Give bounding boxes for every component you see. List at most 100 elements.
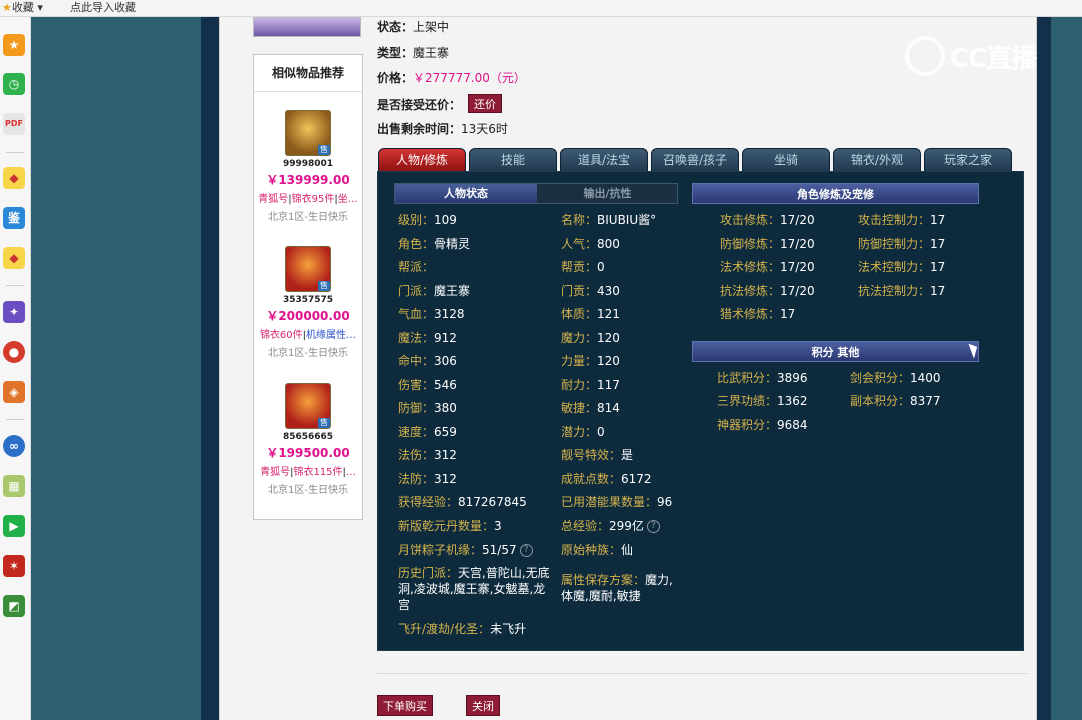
similar-item-1[interactable]: 售 99998001 ￥139999.00 青狐号|锦衣95件|坐… 北京1区-… <box>254 110 362 223</box>
stat-row: 魔法：912 <box>398 329 457 346</box>
tab-mounts[interactable]: 坐骑 <box>742 148 830 171</box>
favorites-menu[interactable]: ★收藏 ▾ <box>2 0 43 16</box>
stat-value: 312 <box>434 448 457 462</box>
stat-row: 命中：306 <box>398 352 457 369</box>
stat-label: 已用潜能果数量： <box>561 495 658 509</box>
stat-label: 力量： <box>561 354 598 368</box>
time-value: 13天6时 <box>461 122 508 136</box>
favorites-star-icon[interactable]: ★ <box>3 34 25 56</box>
tab-skills[interactable]: 技能 <box>469 148 557 171</box>
stat-label: 三界功绩： <box>717 394 778 408</box>
subtab-status[interactable]: 人物状态 <box>395 184 537 203</box>
stat-value: 魔王寨 <box>434 284 471 298</box>
stat-label: 靓号特效： <box>561 448 622 462</box>
item-tags: 青狐号|锦衣95件|坐… <box>258 194 358 205</box>
stat-value: 骨精灵 <box>434 237 471 251</box>
game-icon-2[interactable]: ◆ <box>3 247 25 269</box>
stat-label: 耐力： <box>561 378 598 392</box>
stat-label: 帮派： <box>398 260 435 274</box>
tab-items[interactable]: 道具/法宝 <box>560 148 648 171</box>
stat-value: 96 <box>657 495 673 509</box>
stat-value: 17/20 <box>780 213 815 227</box>
stat-row: 魔力：120 <box>561 329 620 346</box>
stat-label: 防御： <box>398 401 435 415</box>
stat-row: 角色：骨精灵 <box>398 235 470 252</box>
counter-offer-button[interactable]: 还价 <box>468 94 502 113</box>
stat-value: 430 <box>597 284 620 298</box>
counter-offer-row: 是否接受还价： <box>377 98 462 112</box>
app-icon-1[interactable]: ✦ <box>3 301 25 323</box>
stat-label: 门派： <box>398 284 435 298</box>
app-icon-5[interactable]: ◩ <box>3 595 25 617</box>
stat-value: 109 <box>434 213 457 227</box>
sale-badge: 售 <box>318 418 330 428</box>
pdf-icon[interactable]: PDF <box>3 113 25 135</box>
stat-value: 51/57 <box>482 543 517 557</box>
help-icon[interactable]: ? <box>646 520 660 533</box>
item-price: ￥139999.00 <box>266 173 350 187</box>
subtab-output[interactable]: 输出/抗性 <box>537 184 678 203</box>
item-avatar: 售 <box>285 110 331 156</box>
background-right <box>1051 17 1082 720</box>
stat-value: 17 <box>780 307 796 321</box>
translate-icon[interactable]: 鉴 <box>3 207 25 229</box>
tab-home[interactable]: 玩家之家 <box>924 148 1012 171</box>
tab-character[interactable]: 人物/修炼 <box>378 148 466 171</box>
video-icon[interactable]: ▶ <box>3 515 25 537</box>
stat-row: 体质：121 <box>561 305 620 322</box>
control-row: 法术控制力：17 <box>858 258 945 275</box>
tab-outfits[interactable]: 锦衣/外观 <box>833 148 921 171</box>
item-server: 北京1区-生日快乐 <box>268 212 348 223</box>
price-value: ￥277777.00（元） <box>413 71 526 85</box>
left-sidebar: ★ ◷ PDF ◆ 鉴 ◆ ✦ ● ◈ ∞ ▦ ▶ ✶ ◩ <box>0 17 31 720</box>
sidebar-divider-2 <box>6 285 24 286</box>
cultivation-row: 攻击修炼：17/20 <box>720 211 815 228</box>
stat-value: 3 <box>494 519 502 533</box>
stat-value: 912 <box>434 331 457 345</box>
stat-value: 3128 <box>434 307 465 321</box>
stat-row: 潜力：0 <box>561 423 605 440</box>
item-server: 北京1区-生日快乐 <box>268 348 348 359</box>
stat-label: 攻击修炼： <box>720 213 781 227</box>
buy-button[interactable]: 下单购买 <box>377 695 433 716</box>
stat-row: 门贡：430 <box>561 282 620 299</box>
tab-pets[interactable]: 召唤兽/孩子 <box>651 148 739 171</box>
help-icon[interactable]: ? <box>519 544 533 557</box>
stat-value: 306 <box>434 354 457 368</box>
stat-label: 魔法： <box>398 331 435 345</box>
app-icon-4[interactable]: ✶ <box>3 555 25 577</box>
stat-value: 17 <box>930 284 946 298</box>
sale-badge: 售 <box>318 281 330 291</box>
stat-row: 帮贡：0 <box>561 258 605 275</box>
game-icon[interactable]: ◆ <box>3 167 25 189</box>
stat-row: 耐力：117 <box>561 376 620 393</box>
stat-label: 人气： <box>561 237 598 251</box>
similar-item-3[interactable]: 售 85656665 ￥199500.00 青狐号|锦衣115件|… 北京1区-… <box>254 383 362 496</box>
stat-label: 法伤： <box>398 448 435 462</box>
app-icon-3[interactable]: ◈ <box>3 381 25 403</box>
clock-icon[interactable]: ◷ <box>3 73 25 95</box>
import-bookmarks-link[interactable]: 点此导入收藏 <box>70 0 136 16</box>
attribute-save-plan: 属性保存方案：魔力,体魔,魔耐,敏捷 <box>561 573 673 603</box>
app-icon-2[interactable]: ● <box>3 341 25 363</box>
item-server: 北京1区-生日快乐 <box>268 485 348 496</box>
link-icon[interactable]: ∞ <box>3 435 25 457</box>
similar-item-2[interactable]: 售 35357575 ￥200000.00 锦衣60件|机缘属性… 北京1区-生… <box>254 246 362 359</box>
stat-value: 9684 <box>777 418 808 432</box>
close-button[interactable]: 关闭 <box>466 695 500 716</box>
stat-row: 月饼粽子机缘：51/57? <box>398 541 533 558</box>
sidebar-divider-3 <box>6 419 24 420</box>
stat-label: 月饼粽子机缘： <box>398 543 483 557</box>
map-icon[interactable]: ▦ <box>3 475 25 497</box>
stat-label: 防御控制力： <box>858 237 931 251</box>
stat-label: 成就点数： <box>561 472 622 486</box>
stat-row: 法防：312 <box>398 470 457 487</box>
stat-label: 角色： <box>398 237 435 251</box>
item-tags: 青狐号|锦衣115件|… <box>260 467 356 478</box>
stat-row: 气血：3128 <box>398 305 465 322</box>
stat-value: 800 <box>597 237 620 251</box>
control-row: 防御控制力：17 <box>858 235 945 252</box>
stat-value: 17/20 <box>780 284 815 298</box>
item-price: ￥200000.00 <box>266 309 350 323</box>
cc-logo-icon <box>905 36 945 76</box>
